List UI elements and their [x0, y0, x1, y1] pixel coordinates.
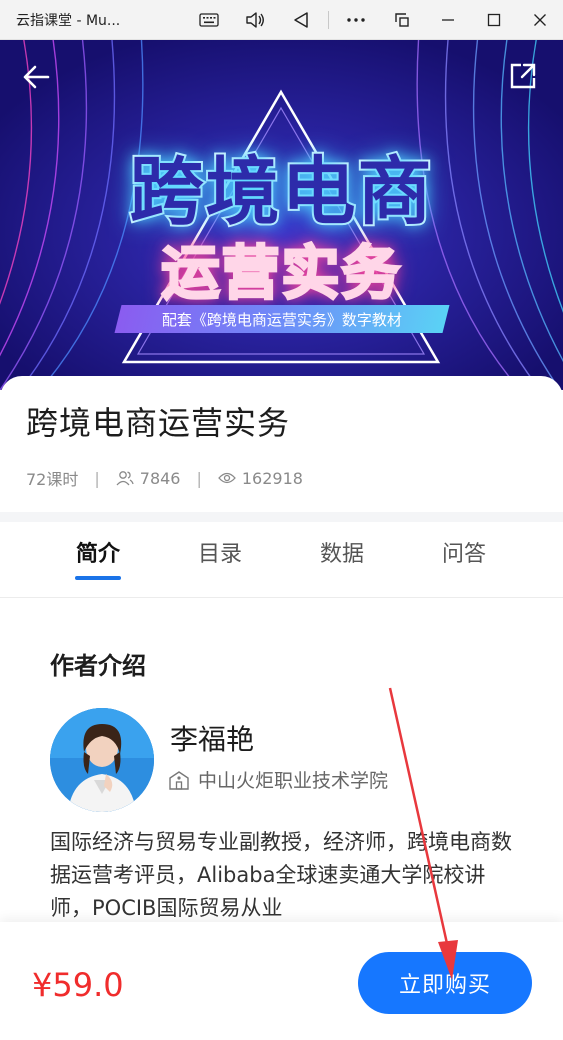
- share-icon: [510, 63, 536, 89]
- course-banner: 跨境电商 运营实务 配套《跨境电商运营实务》数字教材: [0, 40, 563, 390]
- close-icon[interactable]: [517, 0, 563, 40]
- course-stats: 72课时 | 7846 | 162918: [26, 466, 303, 490]
- avatar: [50, 708, 154, 812]
- author-school-text: 中山火炬职业技术学院: [198, 770, 389, 792]
- tab-qa[interactable]: 问答: [414, 536, 514, 568]
- author-school: 中山火炬职业技术学院: [168, 766, 388, 793]
- keyboard-icon[interactable]: [186, 0, 232, 40]
- volume-icon[interactable]: [232, 0, 278, 40]
- author-name: 李福艳: [170, 723, 255, 756]
- banner-ribbon: 配套《跨境电商运营实务》数字教材: [114, 305, 450, 333]
- buy-now-button[interactable]: 立即购买: [358, 952, 532, 1014]
- banner-headline: 跨境电商: [128, 147, 434, 237]
- learners-icon: [116, 470, 134, 486]
- tab-catalog[interactable]: 目录: [170, 536, 270, 568]
- minimize-icon[interactable]: [425, 0, 471, 40]
- active-tab-indicator: [75, 576, 121, 580]
- lesson-count: 72课时: [26, 470, 79, 489]
- view-count: 162918: [241, 468, 303, 488]
- banner-subline: 运营实务: [160, 238, 402, 309]
- tab-intro[interactable]: 简介: [48, 536, 148, 568]
- author-bio: 国际经济与贸易专业副教授，经济师，跨境电商数据运营考评员，Alibaba全球速卖…: [50, 830, 512, 920]
- snap-icon[interactable]: [379, 0, 425, 40]
- learner-count: 7846: [139, 468, 181, 488]
- back-button[interactable]: [22, 60, 66, 94]
- back-arrow-icon: [23, 65, 50, 89]
- views-icon: [218, 471, 236, 485]
- course-tabs: 简介 目录 数据 问答: [0, 522, 563, 598]
- back-triangle-icon[interactable]: [278, 0, 324, 40]
- share-button[interactable]: [505, 58, 541, 94]
- section-title: 作者介绍: [50, 646, 162, 683]
- course-info-card: 跨境电商运营实务 72课时 | 7846 | 162918: [0, 376, 563, 512]
- section-title-text: 作者介绍: [50, 652, 146, 680]
- window-title: 云指课堂 - Mu...: [16, 12, 121, 29]
- price: ¥59.0: [32, 966, 124, 1004]
- titlebar-divider: [328, 10, 329, 29]
- stats-divider: |: [196, 468, 202, 488]
- course-title: 跨境电商运营实务: [26, 404, 291, 442]
- section-gap: [0, 512, 563, 522]
- maximize-icon[interactable]: [471, 0, 517, 40]
- tab-data[interactable]: 数据: [292, 536, 392, 568]
- stats-divider: |: [94, 468, 100, 488]
- banner-ribbon-text: 配套《跨境电商运营实务》数字教材: [161, 310, 402, 329]
- window-titlebar: 云指课堂 - Mu...: [0, 0, 563, 40]
- school-icon: [168, 770, 190, 790]
- more-icon[interactable]: [333, 0, 379, 40]
- purchase-bar: ¥59.0 立即购买: [0, 922, 563, 1040]
